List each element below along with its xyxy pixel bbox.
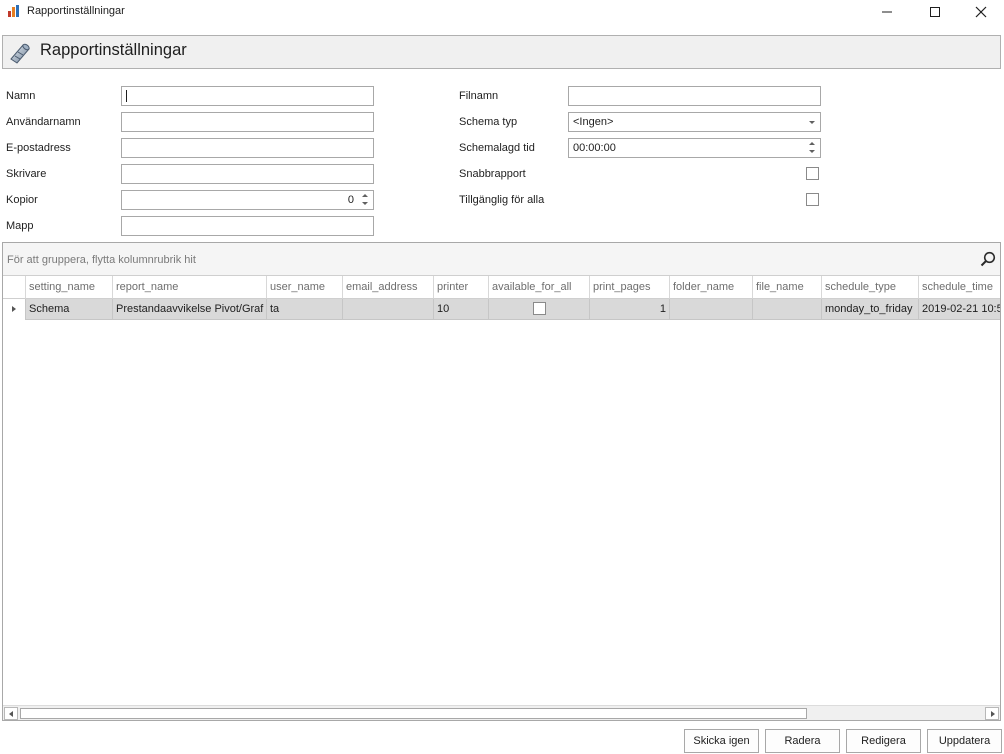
column-header-available-for-all[interactable]: available_for_all (489, 276, 590, 299)
cell-report-name[interactable]: Prestandaavvikelse Pivot/Graf (113, 299, 267, 320)
copies-spin-input[interactable]: 0 (121, 190, 374, 210)
header-panel: Rapportinställningar (2, 35, 1001, 69)
report-chart-icon (8, 5, 19, 17)
row-indicator[interactable] (3, 299, 26, 320)
cell-available-for-all[interactable] (489, 299, 590, 320)
copies-value: 0 (347, 194, 354, 206)
spin-up-icon[interactable] (362, 194, 368, 197)
column-header-file-name[interactable]: file_name (753, 276, 822, 299)
quick-report-checkbox[interactable] (806, 167, 819, 180)
schedule-time-value: 00:00:00 (573, 142, 616, 154)
window-title: Rapportinställningar (27, 5, 125, 17)
search-icon[interactable] (980, 251, 996, 267)
maximize-button[interactable] (912, 0, 958, 24)
text-caret (126, 90, 127, 102)
resend-button[interactable]: Skicka igen (684, 729, 759, 753)
schedule-time-label: Schemalagd tid (459, 142, 535, 154)
name-input[interactable] (121, 86, 374, 106)
spin-down-icon[interactable] (362, 202, 368, 205)
spin-down-icon[interactable] (809, 150, 815, 153)
current-row-icon (12, 306, 16, 312)
available-all-checkbox[interactable] (806, 193, 819, 206)
group-hint: För att gruppera, flytta kolumnrubrik hi… (7, 254, 196, 266)
chevron-down-icon[interactable] (809, 121, 815, 124)
table-row[interactable]: Schema Prestandaavvikelse Pivot/Graf ta … (3, 299, 1000, 320)
schedule-time-spin-buttons[interactable] (806, 139, 820, 157)
copies-label: Kopior (6, 194, 38, 206)
page-title: Rapportinställningar (40, 41, 187, 59)
column-header-print-pages[interactable]: print_pages (590, 276, 670, 299)
copies-spin-buttons[interactable] (359, 191, 373, 209)
cell-setting-name[interactable]: Schema (26, 299, 113, 320)
delete-button[interactable]: Radera (765, 729, 840, 753)
available-for-all-checkbox[interactable] (533, 302, 546, 315)
folder-label: Mapp (6, 220, 34, 232)
scroll-right-button[interactable] (985, 707, 999, 720)
cell-email-address[interactable] (343, 299, 434, 320)
update-button[interactable]: Uppdatera (927, 729, 1002, 753)
folder-input[interactable] (121, 216, 374, 236)
maximize-icon (930, 7, 940, 17)
group-panel[interactable]: För att gruppera, flytta kolumnrubrik hi… (3, 243, 1000, 276)
printer-input[interactable] (121, 164, 374, 184)
quick-report-label: Snabbrapport (459, 168, 526, 180)
email-input[interactable] (121, 138, 374, 158)
cell-user-name[interactable]: ta (267, 299, 343, 320)
filename-input[interactable] (568, 86, 821, 106)
edit-button[interactable]: Redigera (846, 729, 921, 753)
cell-print-pages[interactable]: 1 (590, 299, 670, 320)
report-settings-grid[interactable]: För att gruppera, flytta kolumnrubrik hi… (2, 242, 1001, 721)
chevron-left-icon (9, 711, 13, 717)
cell-folder-name[interactable] (670, 299, 753, 320)
close-icon (975, 6, 987, 18)
printer-label: Skrivare (6, 168, 47, 180)
row-indicator-header (3, 276, 26, 299)
column-header-report-name[interactable]: report_name (113, 276, 267, 299)
column-header-email-address[interactable]: email_address (343, 276, 434, 299)
minimize-button[interactable] (864, 0, 910, 24)
settings-tube-icon (10, 43, 30, 64)
schema-type-dropdown[interactable]: <Ingen> (568, 112, 821, 132)
cell-schedule-time[interactable]: 2019-02-21 10:5 (919, 299, 1000, 320)
horizontal-scrollbar[interactable] (3, 705, 1000, 720)
username-label: Användarnamn (6, 116, 81, 128)
scroll-left-button[interactable] (4, 707, 18, 720)
email-label: E-postadress (6, 142, 71, 154)
filename-label: Filnamn (459, 90, 499, 102)
title-bar: Rapportinställningar (0, 0, 1004, 24)
column-header-setting-name[interactable]: setting_name (26, 276, 113, 299)
spin-up-icon[interactable] (809, 142, 815, 145)
column-header-folder-name[interactable]: folder_name (670, 276, 753, 299)
close-button[interactable] (958, 0, 1004, 24)
minimize-icon (882, 11, 892, 13)
cell-schedule-type[interactable]: monday_to_friday (822, 299, 919, 320)
scroll-thumb[interactable] (20, 708, 807, 719)
column-header-schedule-time[interactable]: schedule_time (919, 276, 1000, 299)
username-input[interactable] (121, 112, 374, 132)
column-header-schedule-type[interactable]: schedule_type (822, 276, 919, 299)
cell-file-name[interactable] (753, 299, 822, 320)
name-label: Namn (6, 90, 36, 102)
schema-type-label: Schema typ (459, 116, 518, 128)
schedule-time-input[interactable]: 00:00:00 (568, 138, 821, 158)
chevron-right-icon (991, 711, 995, 717)
available-all-label: Tillgänglig för alla (459, 194, 545, 206)
column-header-printer[interactable]: printer (434, 276, 489, 299)
schema-type-value: <Ingen> (573, 116, 614, 128)
column-header-user-name[interactable]: user_name (267, 276, 343, 299)
cell-printer[interactable]: 10 (434, 299, 489, 320)
